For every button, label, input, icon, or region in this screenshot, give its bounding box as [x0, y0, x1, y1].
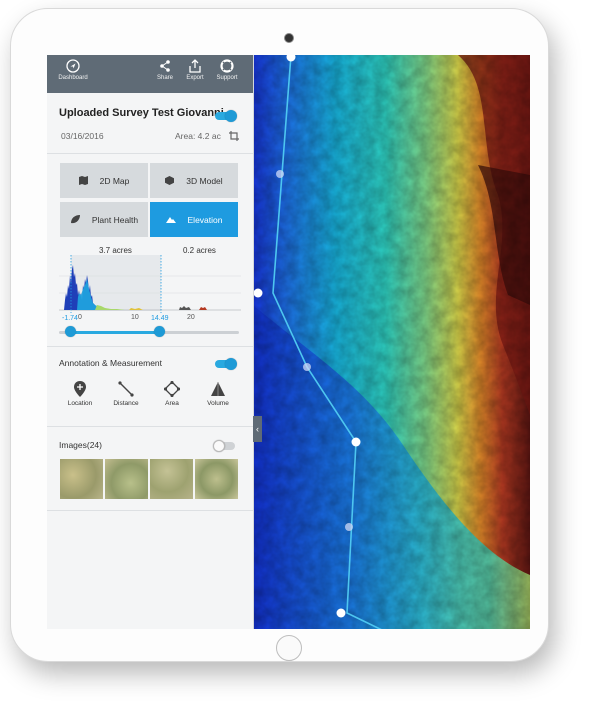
survey-area: Area: 4.2 ac — [175, 131, 221, 141]
volume-pyramid-icon — [211, 382, 225, 396]
histogram-right-acres: 0.2 acres — [183, 246, 216, 255]
image-thumbnail[interactable] — [150, 459, 193, 499]
export-label: Export — [186, 75, 204, 81]
histogram-tick-20: 20 — [187, 314, 195, 321]
mode-2d-map-label: 2D Map — [99, 175, 130, 186]
crop-icon[interactable] — [229, 131, 239, 141]
elevation-histogram — [59, 255, 241, 313]
top-toolbar: Dashboard Share Export Support — [47, 55, 253, 93]
annotation-toggle[interactable] — [215, 358, 237, 370]
mode-3d-model-label: 3D Model — [186, 175, 223, 186]
annotation-label: Annotation & Measurement — [59, 358, 163, 368]
mode-3d-model-button[interactable]: 3D Model — [150, 163, 238, 198]
mode-plant-health-button[interactable]: Plant Health — [60, 202, 148, 237]
dashboard-label: Dashboard — [58, 75, 88, 81]
range-min-value: -1.74 — [62, 315, 78, 322]
export-icon — [189, 59, 201, 73]
support-label: Support — [216, 75, 238, 81]
divider — [47, 510, 253, 511]
distance-line-icon — [118, 381, 134, 397]
divider — [47, 153, 253, 154]
mode-plant-health-label: Plant Health — [91, 214, 139, 225]
image-thumbnail[interactable] — [60, 459, 103, 499]
elevation-map[interactable] — [253, 55, 530, 629]
mode-elevation-label: Elevation — [187, 214, 223, 225]
support-icon — [220, 59, 234, 73]
survey-title: Uploaded Survey Test Giovanni — [59, 107, 224, 119]
elevation-map-canvas — [253, 55, 530, 629]
location-pin-icon — [74, 381, 86, 397]
volume-tool[interactable]: Volume — [198, 381, 238, 407]
mode-2d-map-button[interactable]: 2D Map — [60, 163, 148, 198]
dashboard-icon — [66, 59, 80, 73]
distance-tool-label: Distance — [113, 400, 139, 407]
elevation-range-fill — [71, 331, 160, 334]
divider — [47, 426, 253, 427]
images-label: Images(24) — [59, 440, 102, 450]
share-label: Share — [156, 75, 173, 81]
dashboard-button[interactable]: Dashboard — [55, 59, 91, 81]
camera — [284, 33, 294, 43]
image-thumbnail[interactable] — [195, 459, 238, 499]
images-toggle[interactable] — [213, 440, 235, 452]
survey-date: 03/16/2016 — [61, 131, 104, 141]
location-tool[interactable]: Location — [60, 381, 100, 407]
tablet-frame: Dashboard Share Export Support Uploaded … — [10, 8, 549, 662]
volume-tool-label: Volume — [207, 400, 229, 407]
mountain-icon — [165, 217, 176, 223]
distance-tool[interactable]: Distance — [106, 381, 146, 407]
range-min-handle[interactable] — [65, 326, 76, 337]
histogram-tick-10: 10 — [131, 314, 139, 321]
location-tool-label: Location — [67, 400, 93, 407]
area-tool-label: Area — [165, 400, 179, 407]
range-max-value: 14.49 — [151, 315, 169, 322]
image-thumbnails — [60, 459, 238, 499]
area-tool[interactable]: Area — [152, 381, 192, 407]
histogram-tick-0: 0 — [78, 314, 82, 321]
app-screen: Dashboard Share Export Support Uploaded … — [47, 55, 530, 629]
range-max-handle[interactable] — [154, 326, 165, 337]
share-icon — [160, 60, 170, 72]
mode-elevation-button[interactable]: Elevation — [150, 202, 238, 237]
export-button[interactable]: Export — [183, 59, 207, 81]
divider — [47, 346, 253, 347]
side-panel: Dashboard Share Export Support Uploaded … — [47, 55, 254, 629]
survey-visibility-toggle[interactable] — [215, 110, 237, 122]
image-thumbnail[interactable] — [105, 459, 148, 499]
collapse-panel-button[interactable]: ‹ — [253, 416, 262, 442]
cube-icon — [165, 176, 175, 185]
leaf-icon — [70, 215, 80, 224]
map-icon — [78, 176, 88, 185]
histogram-left-acres: 3.7 acres — [99, 246, 132, 255]
share-button[interactable]: Share — [153, 59, 177, 81]
area-polygon-icon — [164, 381, 180, 397]
chevron-left-icon: ‹ — [256, 424, 259, 434]
home-button — [276, 635, 302, 661]
support-button[interactable]: Support — [213, 59, 241, 81]
